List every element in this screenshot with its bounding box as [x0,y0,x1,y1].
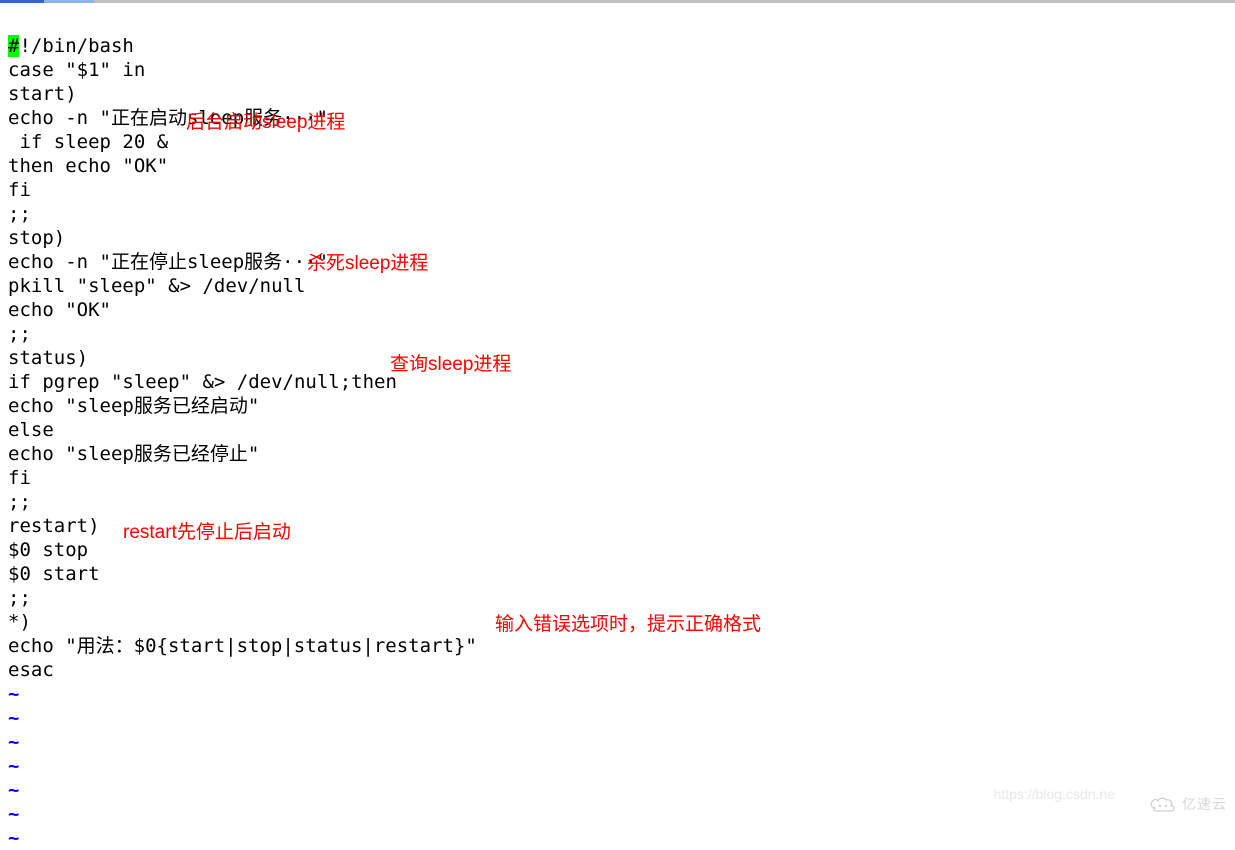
annotation-restart: restart先停止后启动 [123,521,291,545]
window-top-border [0,0,1235,3]
code-line-14: status) [8,347,88,369]
code-line-8: ;; [8,203,31,225]
vim-tilde-line: ~ [8,707,19,729]
code-line-7: fi [8,179,31,201]
code-line-17: else [8,419,54,441]
code-line-25: *) [8,611,31,633]
watermark-brand: 亿速云 [1182,792,1227,816]
code-line-23: $0 start [8,563,100,585]
code-line-13: ;; [8,323,31,345]
tab-indicator-inactive [44,0,94,3]
cloud-icon [1148,794,1178,814]
vim-tilde-line: ~ [8,683,19,705]
code-line-10: echo -n "正在停止sleep服务···" [8,251,328,273]
code-line-12: echo "OK" [8,299,111,321]
code-line-24: ;; [8,587,31,609]
code-line-5: if sleep 20 & [8,131,168,153]
code-line-19: fi [8,467,31,489]
tab-indicator-active [0,0,44,3]
code-line-27: esac [8,659,54,681]
code-line-15: if pgrep "sleep" &> /dev/null;then [8,371,397,393]
vim-editor-content[interactable]: #!/bin/bash case "$1" in start) echo -n … [8,10,1235,850]
code-line-2: case "$1" in [8,59,145,81]
code-line-3: start) [8,83,77,105]
code-line-1: #!/bin/bash [8,35,134,57]
code-line-18: echo "sleep服务已经停止" [8,443,259,465]
code-line-21: restart) [8,515,100,537]
vim-tilde-line: ~ [8,755,19,777]
vim-tilde-line: ~ [8,803,19,825]
vim-tilde-line: ~ [8,827,19,849]
code-line-11: pkill "sleep" &> /dev/null [8,275,305,297]
code-line-6: then echo "OK" [8,155,168,177]
cursor-block: # [8,35,19,57]
code-line-9: stop) [8,227,65,249]
vim-tilde-line: ~ [8,731,19,753]
code-line-16: echo "sleep服务已经启动" [8,395,259,417]
watermark-logo: 亿速云 [1148,792,1227,816]
annotation-kill-sleep: 杀死sleep进程 [307,252,428,276]
code-line-20: ;; [8,491,31,513]
annotation-usage: 输入错误选项时，提示正确格式 [495,613,761,637]
annotation-query-sleep: 查询sleep进程 [390,353,511,377]
code-line-22: $0 stop [8,539,88,561]
annotation-start-bg: 后台启动sleep进程 [186,111,345,135]
watermark-url: https://blog.csdn.ne [994,782,1115,806]
vim-tilde-line: ~ [8,779,19,801]
code-line-26: echo "用法：$0{start|stop|status|restart}" [8,635,477,657]
